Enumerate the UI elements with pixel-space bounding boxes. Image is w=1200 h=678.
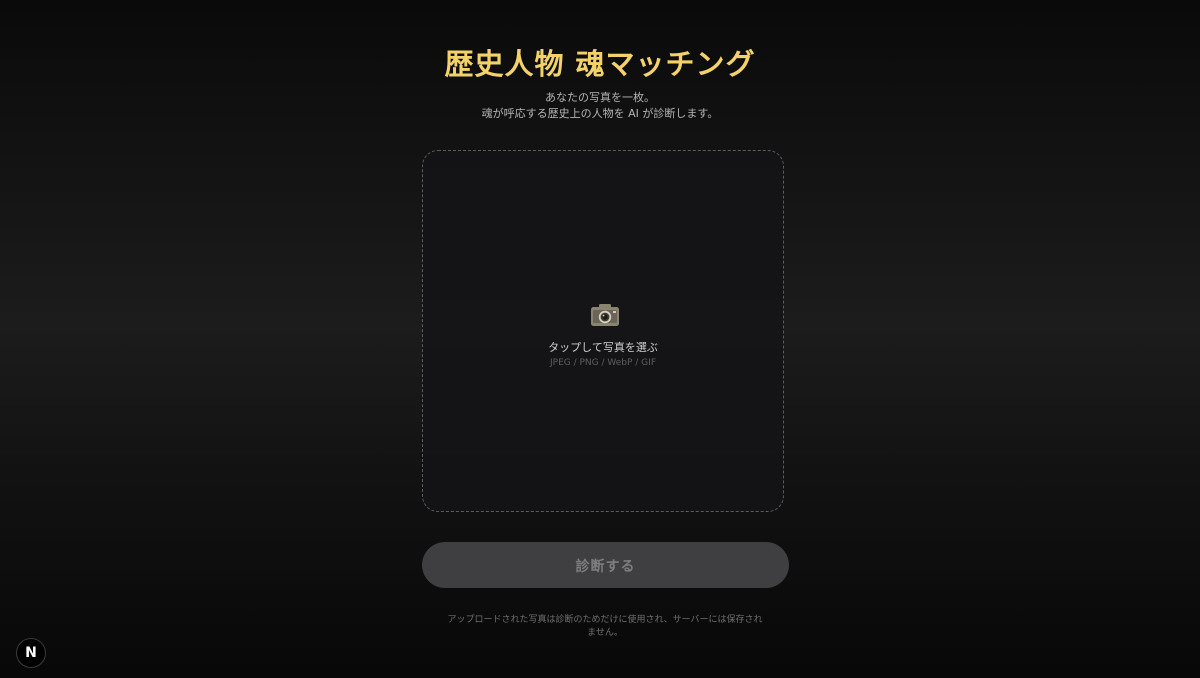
privacy-notice: アップロードされた写真は診断のためだけに使用され、サーバーには保存されません。 [447,615,763,638]
diagnose-button[interactable]: 診断する [422,542,789,588]
page-title: 歴史人物 魂マッチング [444,47,756,81]
subtitle-line-1: あなたの写真を一枚。 [545,91,655,104]
photo-upload-dropzone[interactable]: タップして写真を選ぶ JPEG / PNG / WebP / GIF [422,150,784,512]
page: 歴史人物 魂マッチング あなたの写真を一枚。 魂が呼応する歴史上の人物を AI … [0,0,1200,678]
camera-icon [591,304,619,326]
upload-label: タップして写真を選ぶ [548,341,658,354]
upload-formats: JPEG / PNG / WebP / GIF [550,358,656,368]
subtitle-line-2: 魂が呼応する歴史上の人物を AI が診断します。 [481,107,719,120]
page-subtitle: あなたの写真を一枚。 魂が呼応する歴史上の人物を AI が診断します。 [0,90,1200,122]
next-dev-badge[interactable]: N [16,638,46,668]
